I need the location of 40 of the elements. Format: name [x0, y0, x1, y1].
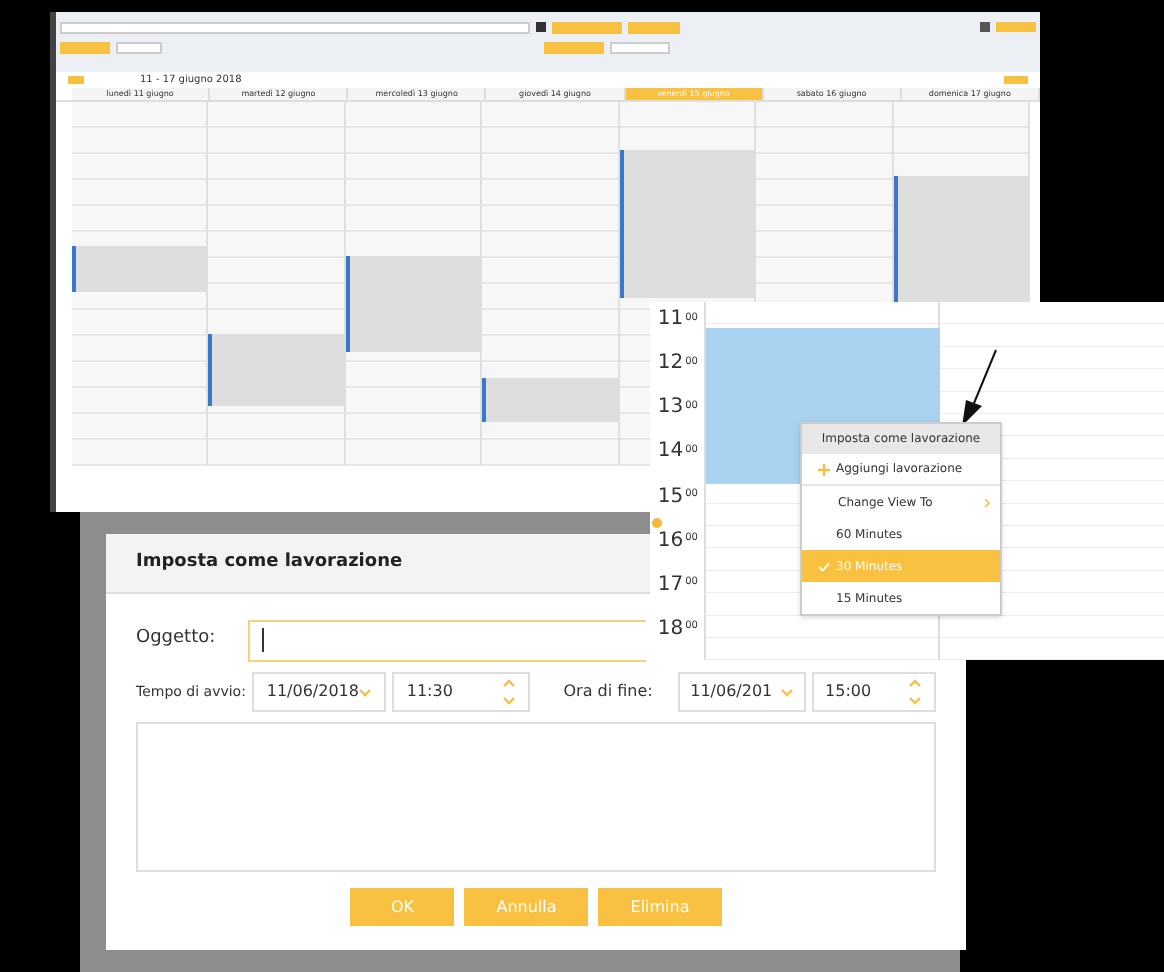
calendar-event[interactable]: [72, 246, 209, 292]
calendar-event[interactable]: [619, 150, 757, 298]
end-date-field[interactable]: 11/06/201: [678, 672, 806, 712]
toolbar-button[interactable]: [60, 41, 110, 53]
hour-label: 15$^{00}$: [657, 487, 698, 507]
filter-dropdown[interactable]: [116, 41, 162, 53]
end-label: Ora di fine:: [563, 680, 655, 704]
logout-button[interactable]: [996, 22, 1036, 32]
plus-icon: [818, 463, 830, 475]
calendar-event[interactable]: [345, 256, 483, 352]
toolbar-button[interactable]: [628, 21, 680, 33]
subject-label: Oggetto:: [136, 626, 218, 653]
dialog-title: Imposta come lavorazione: [136, 549, 403, 576]
hour-label: 12$^{00}$: [657, 354, 698, 375]
search-field[interactable]: [60, 21, 530, 33]
hour-label: 14$^{00}$: [657, 442, 698, 463]
chevron-down-icon: [779, 687, 794, 697]
chevron-down-icon: [358, 687, 373, 697]
end-time-field[interactable]: 15:00: [811, 672, 936, 712]
subject-input[interactable]: [248, 619, 646, 661]
hour-label: 11$^{00}$: [657, 310, 698, 330]
spinner-arrows-icon[interactable]: [501, 678, 516, 706]
view-dropdown[interactable]: [610, 41, 670, 53]
check-icon: [818, 561, 830, 571]
today-button[interactable]: [68, 76, 84, 84]
calendar-event[interactable]: [893, 176, 1030, 302]
chevron-right-icon: [984, 497, 990, 507]
hour-label: 17$^{00}$: [657, 575, 698, 596]
view-button[interactable]: [1004, 76, 1028, 84]
calendar-event[interactable]: [482, 378, 620, 422]
calendar-event[interactable]: [208, 334, 346, 406]
hour-label: 16$^{00}$: [657, 531, 698, 552]
toolbar-button[interactable]: [552, 21, 622, 33]
description-textarea[interactable]: [136, 722, 936, 872]
toolbar-button[interactable]: [544, 41, 604, 53]
start-time-field[interactable]: 11:30: [392, 672, 530, 712]
spinner-arrows-icon[interactable]: [908, 678, 922, 706]
start-date-field[interactable]: 11/06/2018: [252, 672, 387, 712]
hour-label: 13$^{00}$: [657, 398, 698, 419]
hour-label: 18$^{00}$: [657, 619, 698, 640]
